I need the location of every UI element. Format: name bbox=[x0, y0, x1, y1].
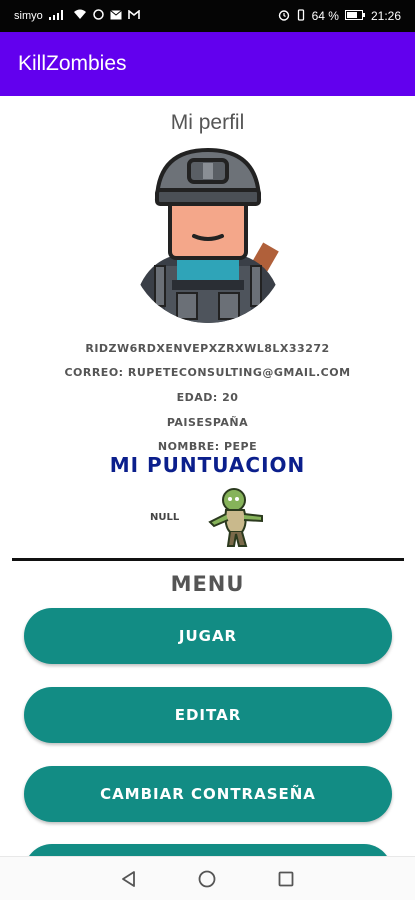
clock-text: 21:26 bbox=[370, 9, 401, 23]
edit-button[interactable]: EDITAR bbox=[24, 687, 392, 743]
status-left: simyo bbox=[14, 9, 140, 23]
home-circle-icon[interactable] bbox=[195, 867, 219, 891]
page-title: Mi perfil bbox=[170, 111, 245, 134]
mail-icon bbox=[109, 9, 122, 23]
wifi-icon bbox=[73, 9, 87, 23]
app-title: KillZombies bbox=[18, 52, 127, 75]
status-bar: simyo 64 % 21:26 bbox=[0, 0, 415, 32]
menu-button-4[interactable] bbox=[24, 844, 392, 856]
score-value: NULL bbox=[150, 512, 180, 523]
gmail-icon bbox=[127, 9, 140, 23]
battery-text: 64 % bbox=[311, 9, 339, 23]
change-password-button[interactable]: CAMBIAR CONTRASEÑA bbox=[24, 766, 392, 822]
name-text: NOMBRE: PEPE bbox=[157, 440, 258, 453]
vibrate-icon bbox=[296, 8, 306, 24]
divider bbox=[12, 558, 404, 561]
alarm-icon bbox=[278, 9, 290, 24]
email-text: CORREO: RUPETECONSULTING@GMAIL.COM bbox=[64, 366, 351, 379]
signal-icon bbox=[48, 9, 67, 23]
play-button[interactable]: JUGAR bbox=[24, 608, 392, 664]
age-text: EDAD: 20 bbox=[176, 391, 239, 404]
country-text: PAISESPAÑA bbox=[166, 416, 249, 429]
battery-icon bbox=[344, 9, 365, 23]
recents-square-icon[interactable] bbox=[274, 867, 298, 891]
navigation-bar bbox=[0, 856, 415, 900]
app-bar: KillZombies bbox=[0, 32, 415, 96]
zombie-icon bbox=[204, 486, 270, 548]
whatsapp-icon bbox=[92, 9, 104, 23]
soldier-avatar-icon bbox=[127, 147, 289, 323]
status-right: 64 % 21:26 bbox=[278, 8, 401, 24]
back-triangle-icon[interactable] bbox=[117, 867, 141, 891]
score-title: MI PUNTUACION bbox=[109, 453, 306, 477]
carrier-label: simyo bbox=[14, 10, 43, 22]
menu-title: MENU bbox=[170, 572, 245, 596]
profile-content[interactable]: Mi perfil RIDZW6RDXENVEPXZRXWL8LX33272 C… bbox=[0, 96, 415, 856]
user-id-text: RIDZW6RDXENVEPXZRXWL8LX33272 bbox=[85, 342, 330, 355]
